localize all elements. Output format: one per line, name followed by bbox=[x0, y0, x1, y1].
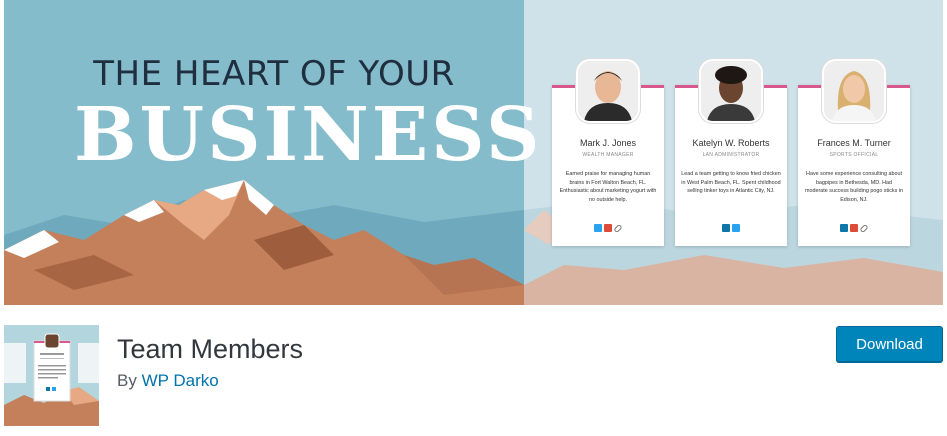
banner-headline: THE HEART OF YOUR BUSINESS bbox=[74, 54, 543, 178]
member-role: WEALTH MANAGER bbox=[582, 152, 634, 158]
member-card: Frances M. Turner SPORTS OFFICIAL Have s… bbox=[798, 59, 910, 246]
google-plus-icon[interactable] bbox=[604, 224, 612, 232]
avatar bbox=[699, 59, 763, 123]
linkedin-icon[interactable] bbox=[722, 224, 730, 232]
twitter-icon[interactable] bbox=[732, 224, 740, 232]
plugin-icon[interactable] bbox=[4, 325, 99, 426]
linkedin-icon[interactable] bbox=[840, 224, 848, 232]
member-name: Frances M. Turner bbox=[817, 138, 891, 148]
twitter-icon[interactable] bbox=[594, 224, 602, 232]
member-card: Mark J. Jones WEALTH MANAGER Earned prai… bbox=[552, 59, 664, 246]
avatar bbox=[822, 59, 886, 123]
headline-main-text: BUSINESS bbox=[74, 92, 543, 178]
member-role: SPORTS OFFICIAL bbox=[829, 152, 879, 158]
link-icon[interactable] bbox=[859, 223, 869, 233]
social-links bbox=[798, 223, 910, 233]
headline-top-text: THE HEART OF YOUR bbox=[93, 54, 455, 94]
author-link[interactable]: WP Darko bbox=[142, 371, 219, 390]
member-bio: Lead a team getting to know fried chicke… bbox=[681, 171, 781, 194]
member-role: LAN ADMINISTRATOR bbox=[702, 152, 760, 158]
link-icon[interactable] bbox=[613, 223, 623, 233]
plugin-byline: By WP Darko bbox=[117, 371, 219, 391]
plugin-banner: THE HEART OF YOUR BUSINESS Mark J. Jones… bbox=[4, 0, 943, 305]
avatar bbox=[576, 59, 640, 123]
download-button[interactable]: Download bbox=[836, 326, 943, 362]
byline-prefix: By bbox=[117, 371, 137, 390]
member-card: Katelyn W. Roberts LAN ADMINISTRATOR Lea… bbox=[675, 59, 787, 246]
member-name: Katelyn W. Roberts bbox=[692, 138, 770, 148]
social-links bbox=[675, 224, 787, 232]
social-links bbox=[552, 223, 664, 233]
member-name: Mark J. Jones bbox=[579, 138, 637, 148]
google-plus-icon[interactable] bbox=[850, 224, 858, 232]
member-bio: Earned praise for managing human brains … bbox=[559, 171, 657, 203]
plugin-title: Team Members bbox=[117, 334, 304, 364]
member-bio: Have some experience consulting about ba… bbox=[805, 171, 903, 203]
